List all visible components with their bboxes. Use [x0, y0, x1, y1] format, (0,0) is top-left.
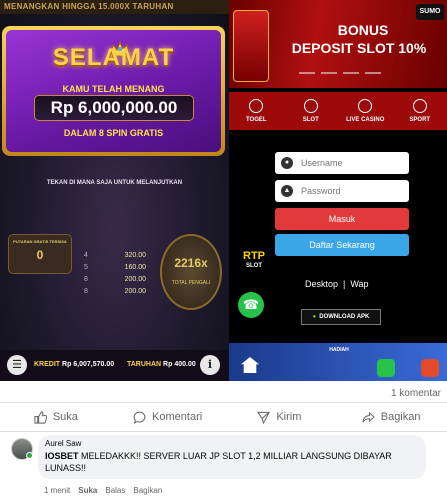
togel-icon — [249, 99, 264, 113]
comment-text: IOSBET MELEDAKKK!! SERVER LUAR JP SLOT 1… — [45, 451, 392, 473]
paytable-row: 8 200.00 — [84, 288, 146, 295]
online-status-icon — [26, 452, 33, 459]
send-button[interactable]: Kirim — [224, 405, 336, 429]
share-arrow-icon — [362, 411, 375, 422]
shield-icon: ▲ — [281, 185, 293, 197]
nav-item-sport[interactable]: SPORT — [393, 92, 447, 130]
nav-item-slot[interactable]: SLOT — [284, 92, 339, 130]
divider — [0, 431, 447, 432]
comment-button[interactable]: Komentari — [112, 405, 224, 429]
comment-like-link[interactable]: Suka — [78, 486, 97, 495]
soccer-ball-icon — [412, 99, 427, 113]
paytable-row: 8 200.00 — [84, 276, 146, 283]
bottom-promo-strip: HADIAH — [229, 343, 447, 381]
comment-bubble-icon — [133, 411, 146, 424]
post-actions: Suka Komentari Kirim Bagikan — [0, 405, 447, 429]
download-apk-button[interactable]: ● DOWNLOAD APK — [301, 309, 381, 325]
credit-display: KREDIT Rp 6,007,570.00 — [34, 361, 115, 368]
like-button[interactable]: Suka — [0, 405, 112, 429]
strip-label: HADIAH — [329, 347, 349, 353]
desktop-link[interactable]: Desktop — [305, 279, 338, 289]
menu-icon[interactable]: ☰ — [7, 355, 27, 375]
comment-share-link[interactable]: Bagikan — [133, 486, 162, 495]
comment-time[interactable]: 1 menit — [44, 486, 70, 495]
win-popup[interactable]: SELAMAT KAMU TELAH MENANG Rp 6,000,000.0… — [2, 26, 225, 156]
share-button[interactable]: Bagikan — [335, 405, 447, 429]
whatsapp-small-icon[interactable] — [377, 359, 395, 377]
bet-display: TARUHAN Rp 400.00 — [127, 361, 196, 368]
screenshot: MENANGKAN HINGGA 15.000X TARUHAN SELAMAT… — [0, 0, 447, 500]
category-nav: TOGEL SLOT LIVE CASINO SPORT — [229, 92, 447, 130]
free-spins-label: PUTARAN GRATIS TERSISA — [13, 239, 67, 244]
spin-message: DALAM 8 SPIN GRATIS — [63, 128, 164, 138]
thumbs-up-icon — [34, 410, 47, 424]
carousel-dots[interactable] — [299, 72, 381, 74]
banner-subtitle: DEPOSIT SLOT 10% — [291, 40, 427, 56]
game-top-banner: MENANGKAN HINGGA 15.000X TARUHAN — [0, 0, 229, 14]
rtp-slot-badge[interactable]: RTP SLOT — [235, 250, 273, 274]
promo-banner[interactable]: SUMO BONUS DEPOSIT SLOT 10% — [229, 0, 447, 88]
comment-count[interactable]: 1 komentar — [391, 388, 441, 399]
comment-bubble: Aurel Saw IOSBET MELEDAKKK!! SERVER LUAR… — [38, 435, 426, 479]
total-multiplier-label: TOTAL PENGALI — [171, 280, 211, 286]
send-icon — [257, 411, 271, 424]
paytable: 4 320.00 5 160.00 8 200.00 8 200.00 — [84, 250, 146, 298]
comment-author[interactable]: Aurel Saw — [45, 439, 419, 448]
avatar[interactable] — [11, 438, 33, 460]
user-icon: ● — [281, 157, 293, 169]
total-multiplier-value: 2216x — [174, 256, 208, 270]
casino-chip-icon — [358, 99, 373, 113]
wap-link[interactable]: Wap — [350, 279, 368, 289]
slot-machine-image — [233, 10, 269, 82]
username-input[interactable] — [301, 158, 401, 168]
casino-site-screen: SUMO BONUS DEPOSIT SLOT 10% TOGEL SLOT L… — [229, 0, 447, 381]
comment-reply-link[interactable]: Balas — [105, 486, 125, 495]
version-links: Desktop | Wap — [305, 279, 369, 289]
username-field[interactable]: ● — [275, 152, 409, 174]
info-icon[interactable]: i — [200, 355, 220, 375]
paytable-row: 5 160.00 — [84, 264, 146, 271]
win-amount: Rp 6,000,000.00 — [34, 95, 194, 121]
whatsapp-icon[interactable]: ☎ — [238, 292, 264, 318]
win-title: SELAMAT — [52, 44, 175, 71]
android-icon: ● — [312, 314, 317, 320]
banner-title: BONUS — [337, 22, 389, 38]
total-multiplier: 2216x TOTAL PENGALI — [160, 234, 222, 310]
register-button[interactable]: Daftar Sekarang — [275, 234, 409, 256]
win-message: KAMU TELAH MENANG — [62, 84, 165, 94]
site-logo: SUMO — [416, 4, 444, 20]
comment-meta: 1 menit Suka Balas Bagikan — [44, 486, 162, 495]
login-button[interactable]: Masuk — [275, 208, 409, 230]
divider — [0, 402, 447, 403]
slot-icon — [303, 99, 318, 113]
free-spins-box: PUTARAN GRATIS TERSISA 0 — [8, 234, 72, 274]
paytable-row: 4 320.00 — [84, 252, 146, 259]
slot-game-screen[interactable]: MENANGKAN HINGGA 15.000X TARUHAN SELAMAT… — [0, 0, 229, 381]
chat-icon[interactable] — [421, 359, 439, 377]
tap-to-continue: TEKAN DI MANA SAJA UNTUK MELANJUTKAN — [46, 180, 183, 186]
nav-item-togel[interactable]: TOGEL — [229, 92, 284, 130]
free-spins-value: 0 — [36, 248, 44, 262]
game-bottom-bar: ☰ KREDIT Rp 6,007,570.00 TARUHAN Rp 400.… — [0, 350, 229, 381]
home-icon[interactable] — [241, 357, 259, 373]
password-input[interactable] — [301, 186, 401, 196]
nav-item-live-casino[interactable]: LIVE CASINO — [338, 92, 393, 130]
password-field[interactable]: ▲ — [275, 180, 409, 202]
